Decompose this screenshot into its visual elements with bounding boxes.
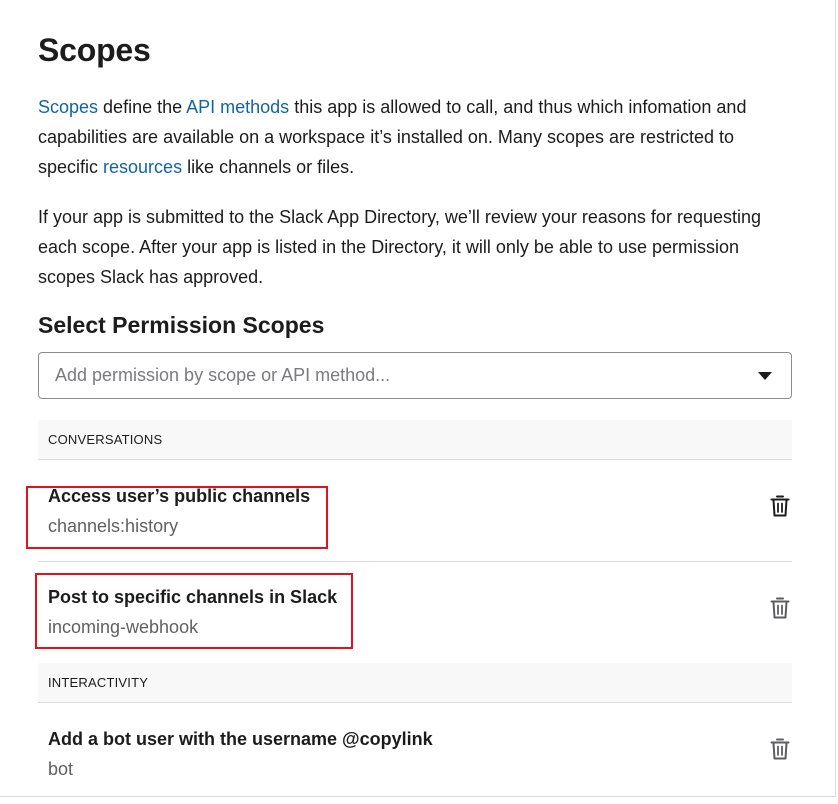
- scope-title: Access user’s public channels: [48, 486, 311, 506]
- intro-text-1: define the: [98, 97, 187, 117]
- scope-row: Access user’s public channels channels:h…: [38, 461, 792, 562]
- trash-icon[interactable]: [770, 737, 790, 761]
- scope-row: Post to specific channels in Slack incom…: [38, 562, 792, 663]
- section-header-conversations: CONVERSATIONS: [38, 420, 792, 460]
- scope-name: incoming-webhook: [48, 617, 199, 637]
- scope-name: channels:history: [48, 516, 179, 536]
- scope-name: bot: [48, 759, 74, 779]
- chevron-down-icon: [758, 371, 772, 380]
- review-note: If your app is submitted to the Slack Ap…: [38, 207, 761, 287]
- trash-icon[interactable]: [770, 596, 790, 620]
- page-title: Scopes: [38, 32, 151, 68]
- trash-icon[interactable]: [770, 494, 790, 518]
- scope-select-placeholder: Add permission by scope or API method...: [55, 365, 391, 385]
- scope-title: Post to specific channels in Slack: [48, 587, 338, 607]
- intro-text-3: like channels or files.: [182, 157, 355, 177]
- resources-link[interactable]: resources: [103, 157, 182, 177]
- section-heading: Select Permission Scopes: [38, 312, 325, 338]
- api-methods-link[interactable]: API methods: [186, 97, 289, 117]
- scopes-link[interactable]: Scopes: [38, 97, 98, 117]
- scope-select[interactable]: Add permission by scope or API method...: [38, 352, 792, 399]
- scopes-intro: Scopes define the API methods this app i…: [38, 92, 792, 182]
- section-header-interactivity: INTERACTIVITY: [38, 663, 792, 703]
- scope-title: Add a bot user with the username @copyli…: [48, 729, 433, 749]
- scope-row: Add a bot user with the username @copyli…: [38, 703, 792, 797]
